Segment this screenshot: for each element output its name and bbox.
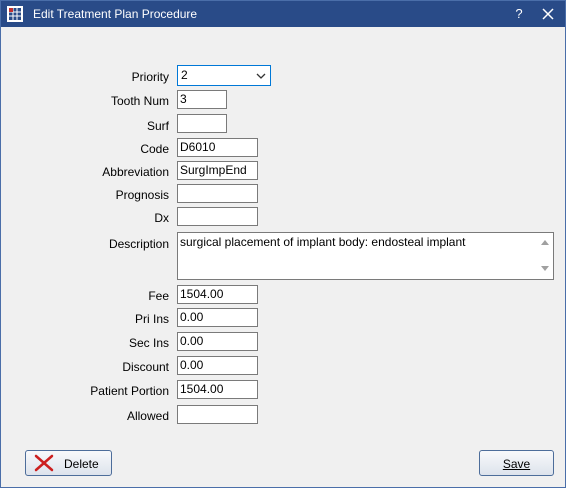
delete-button[interactable]: Delete xyxy=(25,450,112,476)
surf-field[interactable] xyxy=(177,114,227,133)
dx-label: Dx xyxy=(154,211,169,225)
discount-field[interactable]: 0.00 xyxy=(177,356,258,375)
patient-portion-label: Patient Portion xyxy=(90,384,169,398)
save-button-label: Save xyxy=(502,457,531,471)
delete-x-icon xyxy=(34,454,54,472)
pri-ins-label: Pri Ins xyxy=(134,312,169,326)
priority-value: 2 xyxy=(181,68,188,82)
description-text: surgical placement of implant body: endo… xyxy=(180,235,466,249)
priority-label: Priority xyxy=(131,70,169,84)
allowed-label: Allowed xyxy=(126,409,169,423)
scroll-down-icon[interactable] xyxy=(540,265,550,273)
prognosis-label: Prognosis xyxy=(115,188,169,202)
fee-label: Fee xyxy=(148,289,169,303)
dx-field[interactable] xyxy=(177,207,258,226)
surf-label: Surf xyxy=(146,119,169,133)
description-scrollbar[interactable] xyxy=(537,233,553,279)
dialog-window: Edit Treatment Plan Procedure ? Priority… xyxy=(0,0,566,488)
title-bar[interactable]: Edit Treatment Plan Procedure ? xyxy=(1,1,565,27)
tooth-num-field[interactable]: 3 xyxy=(177,90,227,109)
description-label: Description xyxy=(108,237,169,251)
description-textarea[interactable]: surgical placement of implant body: endo… xyxy=(177,232,554,280)
save-button[interactable]: Save xyxy=(479,450,554,476)
fee-field[interactable]: 1504.00 xyxy=(177,285,258,304)
app-grid-icon xyxy=(7,6,23,22)
pri-ins-field[interactable]: 0.00 xyxy=(177,308,258,327)
code-field[interactable]: D6010 xyxy=(177,138,258,157)
allowed-field[interactable] xyxy=(177,405,258,424)
priority-select[interactable]: 2 xyxy=(177,65,271,86)
discount-label: Discount xyxy=(122,360,169,374)
delete-button-label: Delete xyxy=(64,457,99,471)
patient-portion-field[interactable]: 1504.00 xyxy=(177,380,258,399)
prognosis-field[interactable] xyxy=(177,184,258,203)
abbreviation-label: Abbreviation xyxy=(102,165,169,179)
close-icon xyxy=(542,8,554,20)
help-button[interactable]: ? xyxy=(509,4,529,24)
sec-ins-label: Sec Ins xyxy=(128,336,169,350)
abbreviation-field[interactable]: SurgImpEnd xyxy=(177,161,258,180)
tooth-num-label: Tooth Num xyxy=(110,94,169,108)
close-button[interactable] xyxy=(537,4,559,24)
scroll-up-icon[interactable] xyxy=(540,238,550,246)
window-title: Edit Treatment Plan Procedure xyxy=(33,7,198,21)
sec-ins-field[interactable]: 0.00 xyxy=(177,332,258,351)
chevron-down-icon xyxy=(256,73,266,79)
code-label: Code xyxy=(140,142,169,156)
